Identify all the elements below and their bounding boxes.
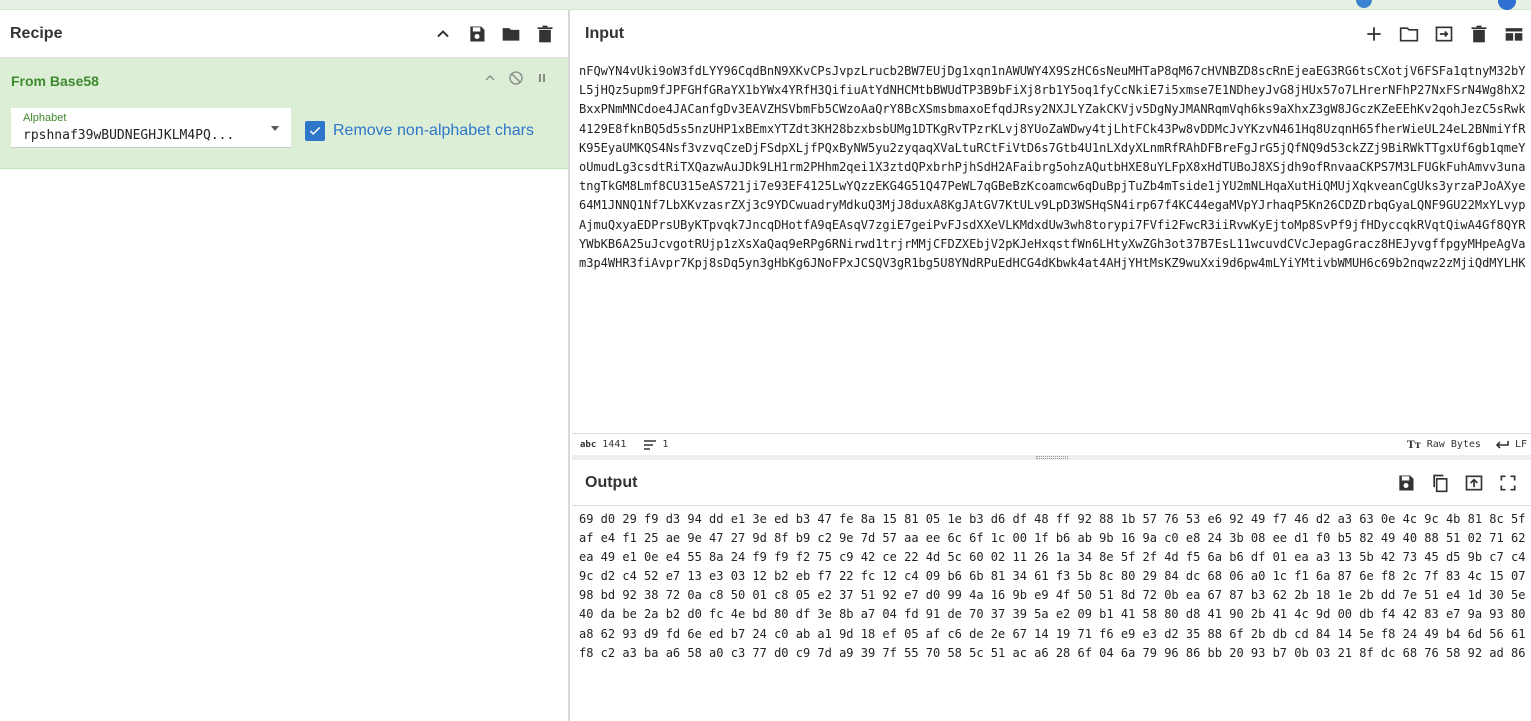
pause-icon[interactable]: [534, 70, 550, 91]
encoding-value: Raw Bytes: [1426, 439, 1481, 450]
input-panel: Input nFQwYN4vUki9oW3fdLYY96CqdBnN9XKvCP…: [572, 10, 1531, 455]
output-toolbar: [1393, 470, 1531, 496]
eol-value: LF: [1514, 439, 1527, 450]
output-panel: Output 69 d0 29 f9 d3 94 dd e1 3e ed b3 …: [572, 460, 1531, 721]
operation-controls: [482, 70, 550, 91]
folder-icon[interactable]: [498, 21, 524, 47]
length-indicator: abc 1441: [580, 439, 626, 450]
text-format-icon: Tт: [1406, 437, 1421, 451]
gear-icon[interactable]: [1356, 0, 1372, 8]
abc-icon: abc: [580, 439, 597, 450]
copy-icon[interactable]: [1427, 470, 1453, 496]
operation-from-base58[interactable]: From Base58 Alphabet rpshnaf39wBUDNEGHJK…: [0, 58, 568, 169]
output-textarea[interactable]: 69 d0 29 f9 d3 94 dd e1 3e ed b3 47 fe 8…: [579, 510, 1527, 663]
alphabet-label: Alphabet: [23, 112, 67, 124]
save-icon[interactable]: [1393, 470, 1419, 496]
trash-icon[interactable]: [1466, 21, 1492, 47]
remove-non-alphabet-checkbox[interactable]: Remove non-alphabet chars: [305, 121, 534, 141]
input-title: Input: [585, 25, 625, 42]
help-icon[interactable]: [1498, 0, 1516, 10]
input-textarea[interactable]: nFQwYN4vUki9oW3fdLYY96CqdBnN9XKvCPsJvpzL…: [579, 62, 1527, 273]
folder-icon[interactable]: [1396, 21, 1422, 47]
trash-icon[interactable]: [532, 21, 558, 47]
eol-selector[interactable]: LF: [1495, 437, 1527, 452]
save-icon[interactable]: [464, 21, 490, 47]
lines-value: 1: [662, 439, 669, 450]
recipe-header: Recipe: [0, 10, 568, 58]
chevron-down-icon: [271, 126, 279, 131]
recipe-panel: Recipe From Base58 Alphabet rpshnaf39wBU…: [0, 10, 570, 721]
checkbox-label: Remove non-alphabet chars: [333, 122, 535, 139]
input-toolbar: [1361, 21, 1531, 47]
checkbox-checked-icon[interactable]: [305, 121, 325, 141]
input-header: Input: [572, 10, 1531, 58]
plus-icon[interactable]: [1361, 21, 1387, 47]
recipe-title: Recipe: [10, 24, 63, 42]
output-title: Output: [585, 473, 638, 491]
top-banner: [0, 0, 1531, 10]
move-to-input-icon[interactable]: [1461, 470, 1487, 496]
alphabet-select[interactable]: Alphabet rpshnaf39wBUDNEGHJKLM4PQ...: [11, 108, 291, 148]
input-statusbar: abc 1441 1 Tт Raw Bytes LF: [572, 433, 1531, 455]
fullscreen-icon[interactable]: [1495, 470, 1521, 496]
return-arrow-icon: [1495, 440, 1509, 449]
lines-indicator: 1: [644, 439, 668, 450]
layout-icon[interactable]: [1501, 21, 1527, 47]
chevron-up-icon[interactable]: [482, 70, 498, 91]
grip-icon: [1036, 456, 1068, 459]
encoding-selector[interactable]: Tт Raw Bytes: [1407, 437, 1481, 452]
operation-title: From Base58: [11, 73, 99, 89]
recipe-toolbar: [430, 21, 568, 47]
output-header: Output: [572, 460, 1531, 506]
lines-icon: [644, 439, 657, 450]
alphabet-value: rpshnaf39wBUDNEGHJKLM4PQ...: [23, 128, 235, 143]
import-icon[interactable]: [1431, 21, 1457, 47]
chevron-up-icon[interactable]: [430, 21, 456, 47]
length-value: 1441: [602, 439, 627, 450]
disable-icon[interactable]: [508, 70, 524, 91]
